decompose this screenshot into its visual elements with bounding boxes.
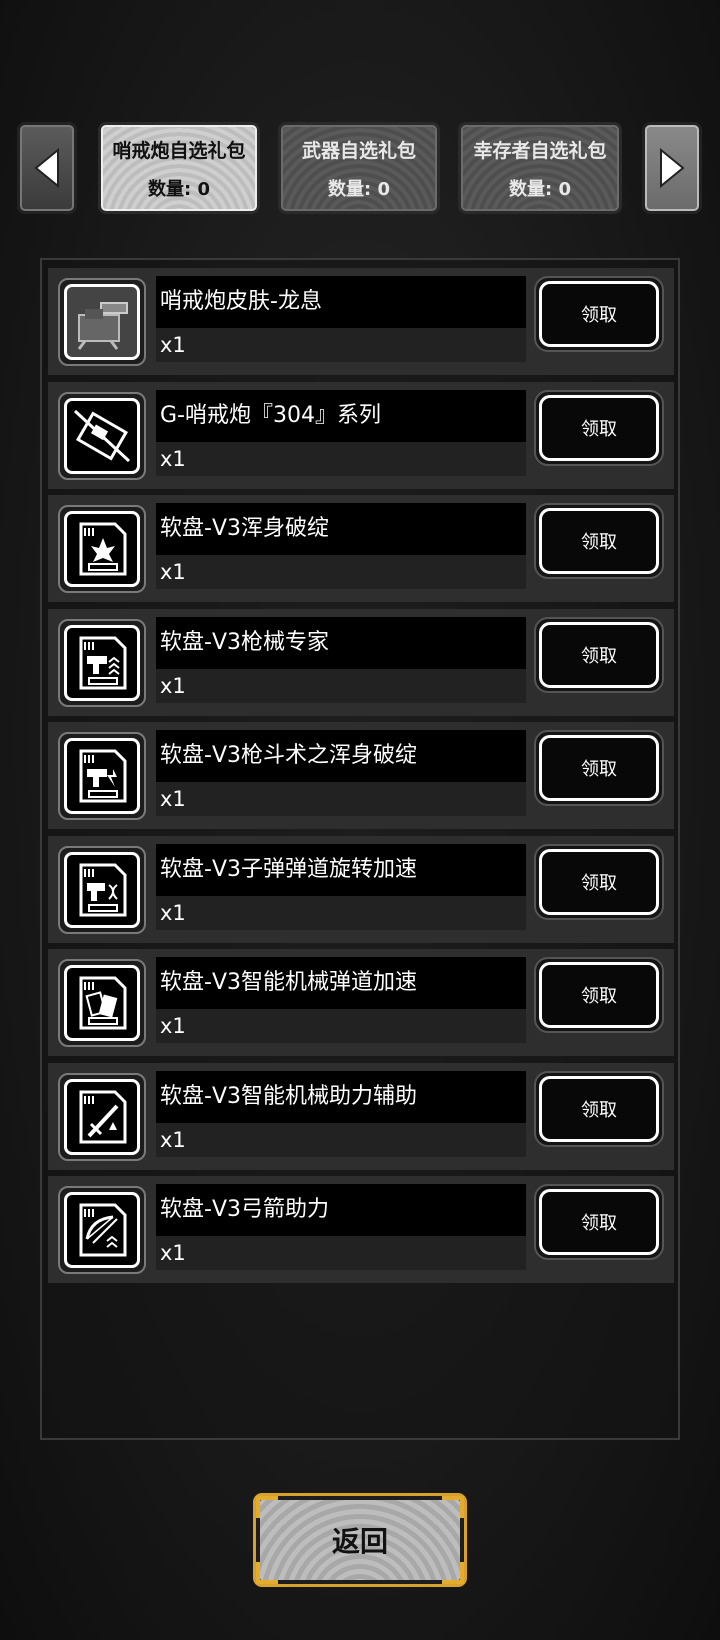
list-item: 软盘-V3智能机械助力辅助 x1 领取 <box>48 1062 674 1170</box>
reward-list[interactable]: 哨戒炮皮肤-龙息 x1 领取 G-哨戒炮『304』系列 x1 领取 软盘-V3浑… <box>48 268 674 1290</box>
item-name: 软盘-V3智能机械助力辅助 <box>156 1070 526 1123</box>
item-name: 软盘-V3枪械专家 <box>156 616 526 669</box>
item-quantity: x1 <box>156 328 526 362</box>
tab-weapon-pack[interactable]: 武器自选礼包 数量: 0 <box>278 122 440 214</box>
floppy-bow-icon <box>79 1203 127 1257</box>
next-tab-button[interactable] <box>642 122 702 214</box>
list-item: 软盘-V3弓箭助力 x1 领取 <box>48 1176 674 1283</box>
tab-title: 哨戒炮自选礼包 <box>112 139 246 162</box>
tab-count: 数量: 0 <box>328 178 390 200</box>
floppy-gunfight-icon <box>79 749 127 803</box>
claim-button[interactable]: 领取 <box>534 276 664 352</box>
claim-button[interactable]: 领取 <box>534 730 664 806</box>
floppy-gun-expert-icon <box>79 636 127 689</box>
list-item: 软盘-V3智能机械弹道加速 x1 领取 <box>48 949 674 1056</box>
floppy-sword-icon <box>79 1090 127 1143</box>
item-name: 软盘-V3智能机械弹道加速 <box>156 957 526 1009</box>
item-name: G-哨戒炮『304』系列 <box>156 389 526 442</box>
item-icon-frame <box>58 278 146 366</box>
item-quantity: x1 <box>156 1236 526 1270</box>
tab-count: 数量: 0 <box>509 178 571 200</box>
item-icon-frame <box>58 959 146 1047</box>
claim-button[interactable]: 领取 <box>534 389 664 466</box>
claim-button[interactable]: 领取 <box>534 503 664 579</box>
item-icon-frame <box>58 505 146 593</box>
claim-button[interactable]: 领取 <box>534 843 664 920</box>
arrow-left-icon <box>34 147 59 189</box>
prev-tab-button[interactable] <box>17 122 77 214</box>
corner-ornament-icon <box>256 1496 278 1518</box>
item-quantity: x1 <box>156 441 526 476</box>
corner-ornament-icon <box>442 1562 464 1584</box>
item-icon-frame <box>58 618 146 707</box>
return-label: 返回 <box>331 1525 388 1558</box>
item-quantity: x1 <box>156 895 526 930</box>
item-quantity: x1 <box>156 782 526 816</box>
item-quantity: x1 <box>156 1122 526 1157</box>
item-name: 软盘-V3浑身破绽 <box>156 503 526 555</box>
list-item: 软盘-V3浑身破绽 x1 领取 <box>48 495 674 602</box>
tab-turret-pack[interactable]: 哨戒炮自选礼包 数量: 0 <box>98 122 260 214</box>
corner-ornament-icon <box>256 1562 278 1584</box>
claim-button[interactable]: 领取 <box>534 1070 664 1147</box>
tab-title: 幸存者自选礼包 <box>473 139 607 162</box>
item-name: 哨戒炮皮肤-龙息 <box>156 276 526 328</box>
item-icon-frame <box>58 1186 146 1274</box>
tab-count: 数量: 0 <box>148 178 210 200</box>
floppy-smart-mech-icon <box>79 976 127 1030</box>
floppy-bullet-spin-icon <box>79 863 127 916</box>
return-button[interactable]: 返回 <box>253 1493 467 1587</box>
floppy-flaw-icon <box>79 522 127 576</box>
item-icon-frame <box>58 391 146 480</box>
item-quantity: x1 <box>156 668 526 703</box>
item-quantity: x1 <box>156 555 526 589</box>
item-icon-frame <box>58 1072 146 1161</box>
list-item: G-哨戒炮『304』系列 x1 领取 <box>48 381 674 489</box>
item-icon-frame <box>58 732 146 820</box>
list-item: 软盘-V3枪斗术之浑身破绽 x1 领取 <box>48 722 674 829</box>
item-name: 软盘-V3子弹弹道旋转加速 <box>156 843 526 896</box>
item-quantity: x1 <box>156 1009 526 1043</box>
tab-survivor-pack[interactable]: 幸存者自选礼包 数量: 0 <box>458 122 622 214</box>
claim-button[interactable]: 领取 <box>534 616 664 693</box>
arrow-right-icon <box>660 147 685 189</box>
turret-skin-icon <box>77 302 128 350</box>
turret-304-icon <box>73 409 131 462</box>
tab-title: 武器自选礼包 <box>301 139 416 162</box>
list-item: 软盘-V3子弹弹道旋转加速 x1 领取 <box>48 835 674 943</box>
item-icon-frame <box>58 845 146 934</box>
claim-button[interactable]: 领取 <box>534 1184 664 1260</box>
item-name: 软盘-V3枪斗术之浑身破绽 <box>156 730 526 782</box>
reward-list-panel: 哨戒炮皮肤-龙息 x1 领取 G-哨戒炮『304』系列 x1 领取 软盘-V3浑… <box>40 258 680 1440</box>
list-item: 哨戒炮皮肤-龙息 x1 领取 <box>48 268 674 375</box>
item-name: 软盘-V3弓箭助力 <box>156 1184 526 1236</box>
corner-ornament-icon <box>442 1496 464 1518</box>
claim-button[interactable]: 领取 <box>534 957 664 1033</box>
list-item: 软盘-V3枪械专家 x1 领取 <box>48 608 674 716</box>
